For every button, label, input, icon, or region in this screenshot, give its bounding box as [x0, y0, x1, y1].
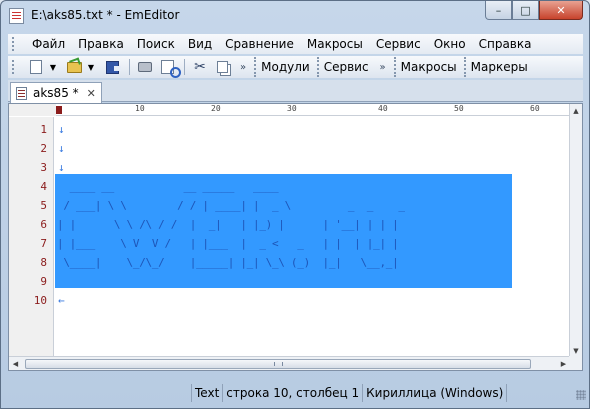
print-icon [138, 62, 152, 72]
toolbar-plugins[interactable]: Модули [254, 57, 315, 77]
open-folder-icon [66, 61, 82, 73]
open-file-dropdown[interactable]: ▼ [86, 58, 96, 76]
menu-compare[interactable]: Сравнение [219, 37, 301, 51]
ruler-gutter [9, 104, 56, 116]
ruler-label: 40 [378, 104, 388, 113]
status-encoding[interactable]: Кириллица (Windows) [362, 384, 506, 402]
newline-mark: ↓ [58, 142, 65, 155]
window-controls: – □ ✕ [485, 1, 583, 21]
menu-bar: Файл Правка Поиск Вид Сравнение Макросы … [8, 34, 583, 54]
ruler-caret-marker [56, 106, 62, 114]
scroll-up-arrow-icon[interactable]: ▲ [570, 104, 582, 117]
toolbar-macros[interactable]: Макросы [393, 57, 462, 77]
text-line: ← [55, 291, 65, 310]
menubar-grip[interactable] [12, 37, 16, 51]
line-number: 1 [40, 123, 47, 136]
save-icon [105, 60, 121, 74]
ruler-label: 20 [211, 104, 221, 113]
ascii-art-line [57, 272, 424, 291]
horizontal-scroll-thumb[interactable] [25, 359, 531, 369]
status-extra [506, 384, 546, 402]
resize-grip[interactable] [576, 390, 586, 400]
emeditor-app-icon[interactable] [9, 8, 24, 24]
ruler[interactable]: 10 20 30 40 50 60 [9, 104, 570, 116]
ruler-label: 60 [530, 104, 540, 113]
status-bar: Text строка 10, столбец 1 Кириллица (Win… [1, 383, 589, 403]
text-file-icon [16, 86, 27, 100]
ascii-art-line: / ___| \ \ / / | ____| | _ \ _ _ _ [57, 199, 418, 212]
line-number: 7 [40, 237, 47, 250]
line-number: 10 [33, 294, 47, 307]
line-number: 9 [40, 275, 47, 288]
text-line: ↓ [55, 120, 65, 139]
ruler-label: 30 [287, 104, 297, 113]
cut-button[interactable]: ✂ [190, 58, 210, 76]
menu-help[interactable]: Справка [473, 37, 539, 51]
copy-button[interactable] [212, 58, 232, 76]
line-number: 8 [40, 256, 47, 269]
line-number: 3 [40, 161, 47, 174]
newline-mark: ↓ [58, 161, 65, 174]
toolbar-separator [129, 59, 130, 75]
menu-search[interactable]: Поиск [131, 37, 182, 51]
line-number: 6 [40, 218, 47, 231]
title-bar[interactable]: E:\aks85.txt * - EmEditor – □ ✕ [1, 1, 589, 31]
horizontal-scrollbar[interactable]: ◀ ▶ [9, 356, 570, 370]
new-file-icon [30, 60, 42, 74]
toolbar-overflow-chevron[interactable]: » [240, 62, 246, 73]
menu-window[interactable]: Окно [428, 37, 473, 51]
scissors-icon: ✂ [194, 59, 206, 75]
toolbar-grip[interactable] [12, 60, 16, 74]
menu-tools[interactable]: Сервис [370, 37, 428, 51]
document-tab[interactable]: aks85 * ✕ [10, 82, 102, 103]
menu-macros[interactable]: Макросы [301, 37, 370, 51]
main-toolbar: ▼ ▼ ✂ » Модули Сервис » Макросы Маркеры [8, 56, 583, 78]
ruler-label: 10 [135, 104, 145, 113]
print-preview-button[interactable] [157, 58, 181, 78]
toolbar-separator [184, 59, 185, 75]
ascii-art-line: ____ __ __ _____ ____ [57, 180, 431, 193]
ascii-art-line: \____| \_/\_/ |_____| |_| \_\ (_) |_| \_… [57, 256, 405, 269]
new-file-dropdown[interactable]: ▼ [48, 58, 58, 76]
maximize-button[interactable]: □ [512, 1, 539, 20]
menu-view[interactable]: Вид [182, 37, 219, 51]
text-line: ↓ [55, 139, 65, 158]
copy-icon [216, 61, 228, 73]
scroll-left-arrow-icon[interactable]: ◀ [9, 357, 22, 370]
ascii-art-line: | | \ \ /\ / / | _| | |_) | | '__| | | | [57, 218, 405, 231]
menu-file[interactable]: Файл [26, 37, 72, 51]
newline-mark: ↓ [58, 123, 65, 136]
scrollbar-corner [569, 356, 582, 370]
line-number: 2 [40, 142, 47, 155]
minimize-button[interactable]: – [485, 1, 512, 20]
new-file-button[interactable] [26, 58, 46, 76]
close-tab-icon[interactable]: ✕ [87, 87, 96, 100]
text-area[interactable]: ↓ ↓ ↓ ____ __ __ _____ ____ / ___| \ \ /… [55, 117, 570, 357]
status-position[interactable]: строка 10, столбец 1 [222, 384, 362, 402]
save-button[interactable] [102, 58, 122, 76]
line-number-gutter[interactable]: 1 2 3 4 5 6 7 8 9 10 [9, 117, 54, 357]
toolbar-markers[interactable]: Маркеры [463, 57, 533, 77]
close-button[interactable]: ✕ [539, 1, 583, 20]
document-tab-strip: aks85 * ✕ [8, 80, 583, 103]
toolbar-overflow-chevron[interactable]: » [380, 62, 386, 73]
menu-edit[interactable]: Правка [72, 37, 131, 51]
print-button[interactable] [135, 58, 155, 76]
app-window: E:\aks85.txt * - EmEditor – □ ✕ Файл Пра… [0, 0, 590, 409]
toolbar-tools[interactable]: Сервис [316, 57, 374, 77]
window-title: E:\aks85.txt * - EmEditor [31, 8, 180, 22]
eof-mark: ← [58, 294, 65, 307]
editor-pane[interactable]: 10 20 30 40 50 60 1 2 3 4 5 6 7 8 9 10 ↓… [8, 103, 583, 371]
document-tab-label: aks85 * [33, 86, 79, 100]
vertical-scrollbar[interactable]: ▲ ▼ [569, 104, 582, 357]
status-mode: Text [191, 384, 222, 402]
line-number: 5 [40, 199, 47, 212]
ascii-art-line: | |___ \ V V / | |___ | _ < _ | | | |_| … [57, 237, 405, 250]
open-file-button[interactable] [64, 58, 84, 76]
ruler-label: 50 [454, 104, 464, 113]
print-preview-icon [160, 60, 181, 78]
line-number: 4 [40, 180, 47, 193]
